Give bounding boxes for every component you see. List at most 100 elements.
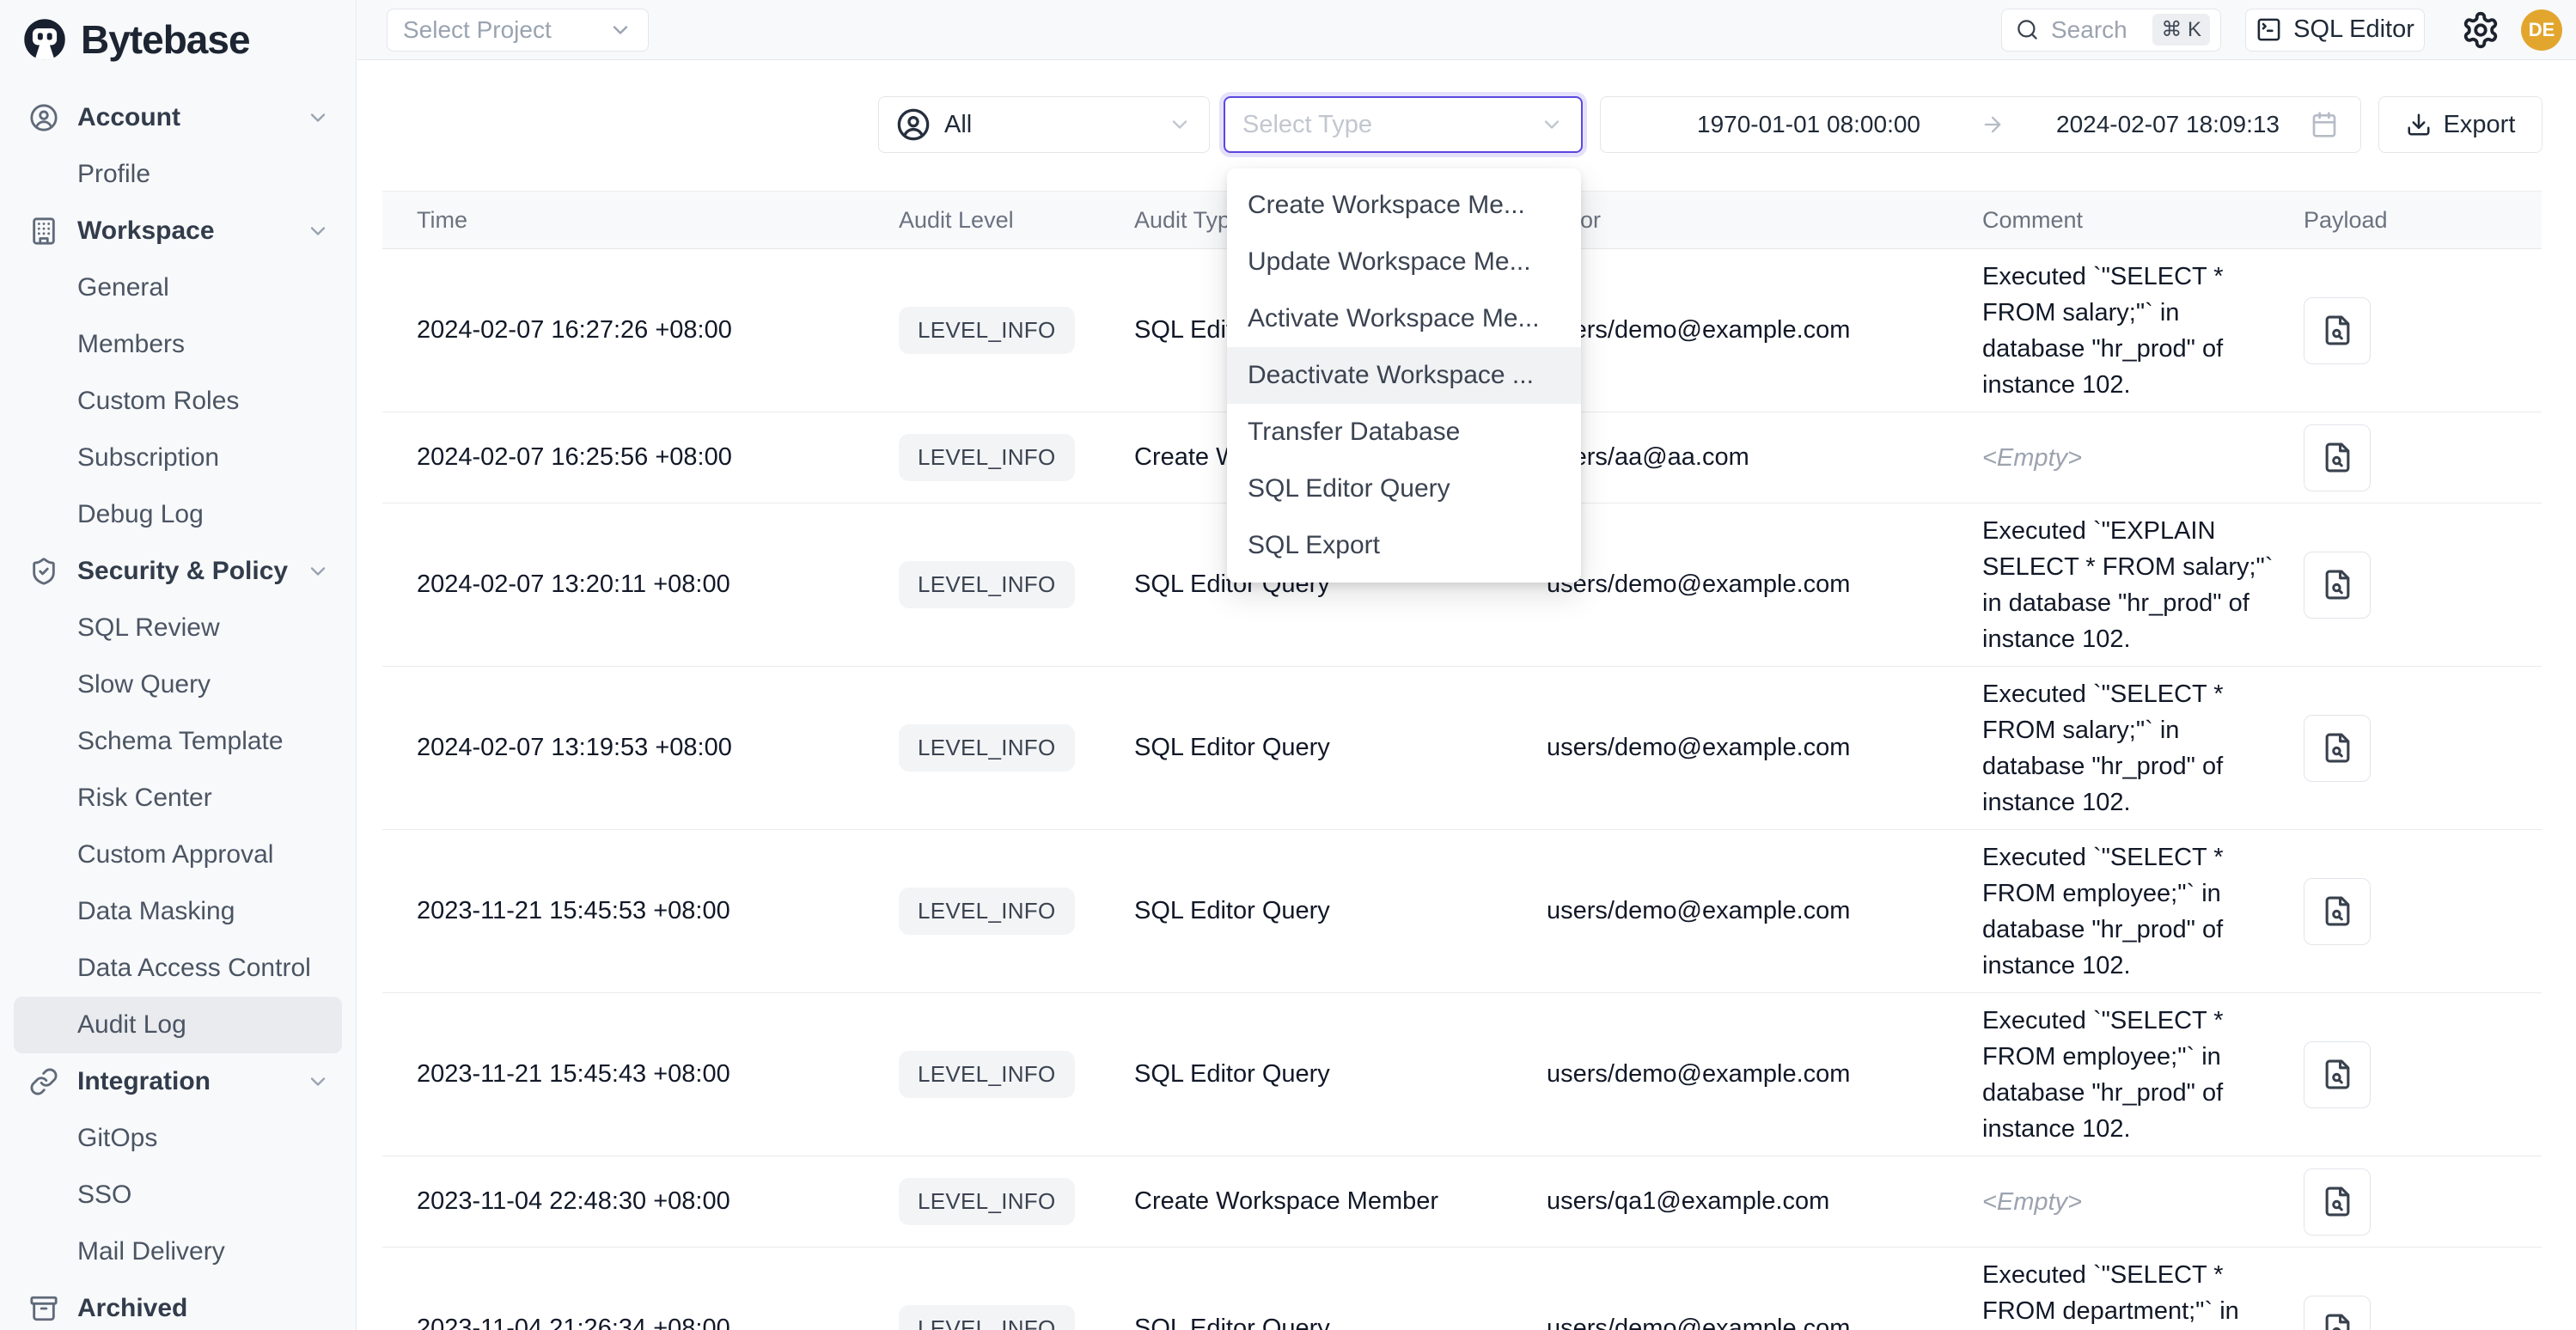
- chevron-down-icon: [1168, 113, 1192, 137]
- cell-payload: [2304, 715, 2542, 782]
- project-select[interactable]: Select Project: [387, 9, 649, 52]
- chevron-down-icon: [306, 559, 330, 583]
- sidebar-item-audit-log[interactable]: Audit Log: [14, 997, 342, 1053]
- sidebar-item-slow-query[interactable]: Slow Query: [14, 656, 342, 713]
- sidebar-item-data-access-control[interactable]: Data Access Control: [14, 940, 342, 997]
- file-search-icon: [2322, 732, 2353, 764]
- cell-actor: users/demo@example.com: [1547, 1315, 1982, 1330]
- sidebar-item-schema-template[interactable]: Schema Template: [14, 713, 342, 770]
- cell-time: 2024-02-07 16:27:26 +08:00: [382, 316, 899, 345]
- cell-time: 2023-11-04 22:48:30 +08:00: [382, 1187, 899, 1216]
- sidebar-item-label: Mail Delivery: [77, 1237, 225, 1266]
- cell-payload: [2304, 1296, 2542, 1330]
- cell-comment: Executed `"SELECT * FROM salary;"` in da…: [1982, 259, 2304, 403]
- cell-time: 2023-11-21 15:45:43 +08:00: [382, 1060, 899, 1089]
- file-search-icon: [2322, 1313, 2353, 1330]
- cell-audit-type: SQL Editor Query: [1134, 1060, 1547, 1089]
- export-button[interactable]: Export: [2378, 96, 2542, 153]
- table-row: 2023-11-21 15:45:43 +08:00LEVEL_INFO SQL …: [382, 993, 2542, 1156]
- search-shortcut-kbd: ⌘ K: [2152, 14, 2210, 46]
- type-option-deactivate-workspace[interactable]: Deactivate Workspace ...: [1227, 347, 1581, 404]
- sidebar-item-risk-center[interactable]: Risk Center: [14, 770, 342, 827]
- sidebar-item-account[interactable]: Account: [14, 89, 342, 146]
- type-filter-placeholder: Select Type: [1242, 111, 1372, 139]
- sidebar-item-label: GitOps: [77, 1124, 157, 1153]
- payload-view-button[interactable]: [2304, 1041, 2371, 1108]
- user-circle-icon: [896, 107, 931, 142]
- chevron-down-icon: [306, 1070, 330, 1094]
- sidebar-item-label: Schema Template: [77, 727, 284, 756]
- cell-payload: [2304, 424, 2542, 491]
- building-icon: [29, 217, 58, 246]
- settings-gear-icon[interactable]: [2461, 10, 2500, 50]
- type-option-create-workspace-me[interactable]: Create Workspace Me...: [1227, 177, 1581, 234]
- bytebase-app: Bytebase AccountProfileWorkspaceGeneralM…: [0, 0, 2576, 1330]
- brand-logo[interactable]: Bytebase: [14, 0, 342, 79]
- type-option-transfer-database[interactable]: Transfer Database: [1227, 404, 1581, 461]
- sidebar-item-gitops[interactable]: GitOps: [14, 1110, 342, 1167]
- audit-level-badge: LEVEL_INFO: [899, 561, 1075, 608]
- avatar[interactable]: DE: [2521, 9, 2562, 51]
- cell-actor: users/demo@example.com: [1547, 316, 1982, 345]
- type-option-update-workspace-me[interactable]: Update Workspace Me...: [1227, 234, 1581, 290]
- sidebar-item-label: SSO: [77, 1181, 131, 1210]
- sidebar-item-profile[interactable]: Profile: [14, 146, 342, 203]
- sidebar-item-label: Account: [77, 103, 180, 132]
- date-to-value: 2024-02-07 18:09:13: [2056, 111, 2280, 138]
- sidebar-item-label: Integration: [77, 1067, 211, 1096]
- sidebar-item-debug-log[interactable]: Debug Log: [14, 486, 342, 543]
- sidebar-item-mail-delivery[interactable]: Mail Delivery: [14, 1223, 342, 1280]
- audit-level-badge: LEVEL_INFO: [899, 1051, 1075, 1098]
- payload-view-button[interactable]: [2304, 878, 2371, 945]
- cell-audit-level: LEVEL_INFO: [899, 307, 1134, 354]
- sidebar-item-label: Audit Log: [77, 1010, 186, 1040]
- sidebar-item-security-policy[interactable]: Security & Policy: [14, 543, 342, 600]
- main-content: All Select Type 1970-01-01 08:00:00 2024…: [357, 61, 2576, 1330]
- sidebar-item-general[interactable]: General: [14, 259, 342, 316]
- type-filter-select[interactable]: Select Type: [1224, 96, 1583, 153]
- sidebar-item-integration[interactable]: Integration: [14, 1053, 342, 1110]
- table-row: 2024-02-07 13:19:53 +08:00LEVEL_INFOSQL …: [382, 667, 2542, 830]
- cell-comment: <Empty>: [1982, 440, 2304, 476]
- search-input[interactable]: Search ⌘ K: [2001, 9, 2221, 52]
- sidebar-item-archived[interactable]: Archived: [14, 1280, 342, 1330]
- search-icon: [2016, 18, 2039, 41]
- comment-text: Executed `"SELECT * FROM salary;"` in da…: [1982, 263, 2224, 399]
- sidebar-item-sso[interactable]: SSO: [14, 1167, 342, 1223]
- type-option-sql-export[interactable]: SQL Export: [1227, 517, 1581, 574]
- file-search-icon: [2322, 442, 2353, 473]
- sidebar-item-label: Slow Query: [77, 670, 211, 699]
- comment-text: Executed `"SELECT * FROM employee;"` in …: [1982, 844, 2224, 979]
- payload-view-button[interactable]: [2304, 1296, 2371, 1330]
- payload-view-button[interactable]: [2304, 715, 2371, 782]
- date-from-value: 1970-01-01 08:00:00: [1697, 111, 1920, 138]
- bytebase-logo-icon: [22, 17, 67, 62]
- type-option-activate-workspace-me[interactable]: Activate Workspace Me...: [1227, 290, 1581, 347]
- sidebar-item-members[interactable]: Members: [14, 316, 342, 373]
- cell-payload: [2304, 552, 2542, 619]
- chevron-down-icon: [608, 18, 632, 42]
- payload-view-button[interactable]: [2304, 1168, 2371, 1235]
- sidebar-item-label: Workspace: [77, 217, 215, 246]
- sidebar-item-label: Data Access Control: [77, 954, 311, 983]
- sidebar-item-sql-review[interactable]: SQL Review: [14, 600, 342, 656]
- payload-view-button[interactable]: [2304, 297, 2371, 364]
- payload-view-button[interactable]: [2304, 424, 2371, 491]
- type-option-sql-editor-query[interactable]: SQL Editor Query: [1227, 461, 1581, 517]
- cell-audit-level: LEVEL_INFO: [899, 561, 1134, 608]
- sidebar-item-custom-roles[interactable]: Custom Roles: [14, 373, 342, 430]
- sidebar-item-custom-approval[interactable]: Custom Approval: [14, 827, 342, 883]
- sidebar-item-subscription[interactable]: Subscription: [14, 430, 342, 486]
- cell-payload: [2304, 297, 2542, 364]
- audit-level-badge: LEVEL_INFO: [899, 888, 1075, 935]
- actor-filter-select[interactable]: All: [878, 96, 1210, 153]
- sql-editor-button[interactable]: SQL Editor: [2245, 9, 2425, 52]
- user-circle-icon: [29, 103, 58, 132]
- sidebar-item-workspace[interactable]: Workspace: [14, 203, 342, 259]
- file-search-icon: [2322, 1186, 2353, 1217]
- cell-audit-type: SQL Editor Query: [1134, 897, 1547, 925]
- cell-audit-level: LEVEL_INFO: [899, 1305, 1134, 1330]
- payload-view-button[interactable]: [2304, 552, 2371, 619]
- date-range-picker[interactable]: 1970-01-01 08:00:00 2024-02-07 18:09:13: [1600, 96, 2361, 153]
- sidebar-item-data-masking[interactable]: Data Masking: [14, 883, 342, 940]
